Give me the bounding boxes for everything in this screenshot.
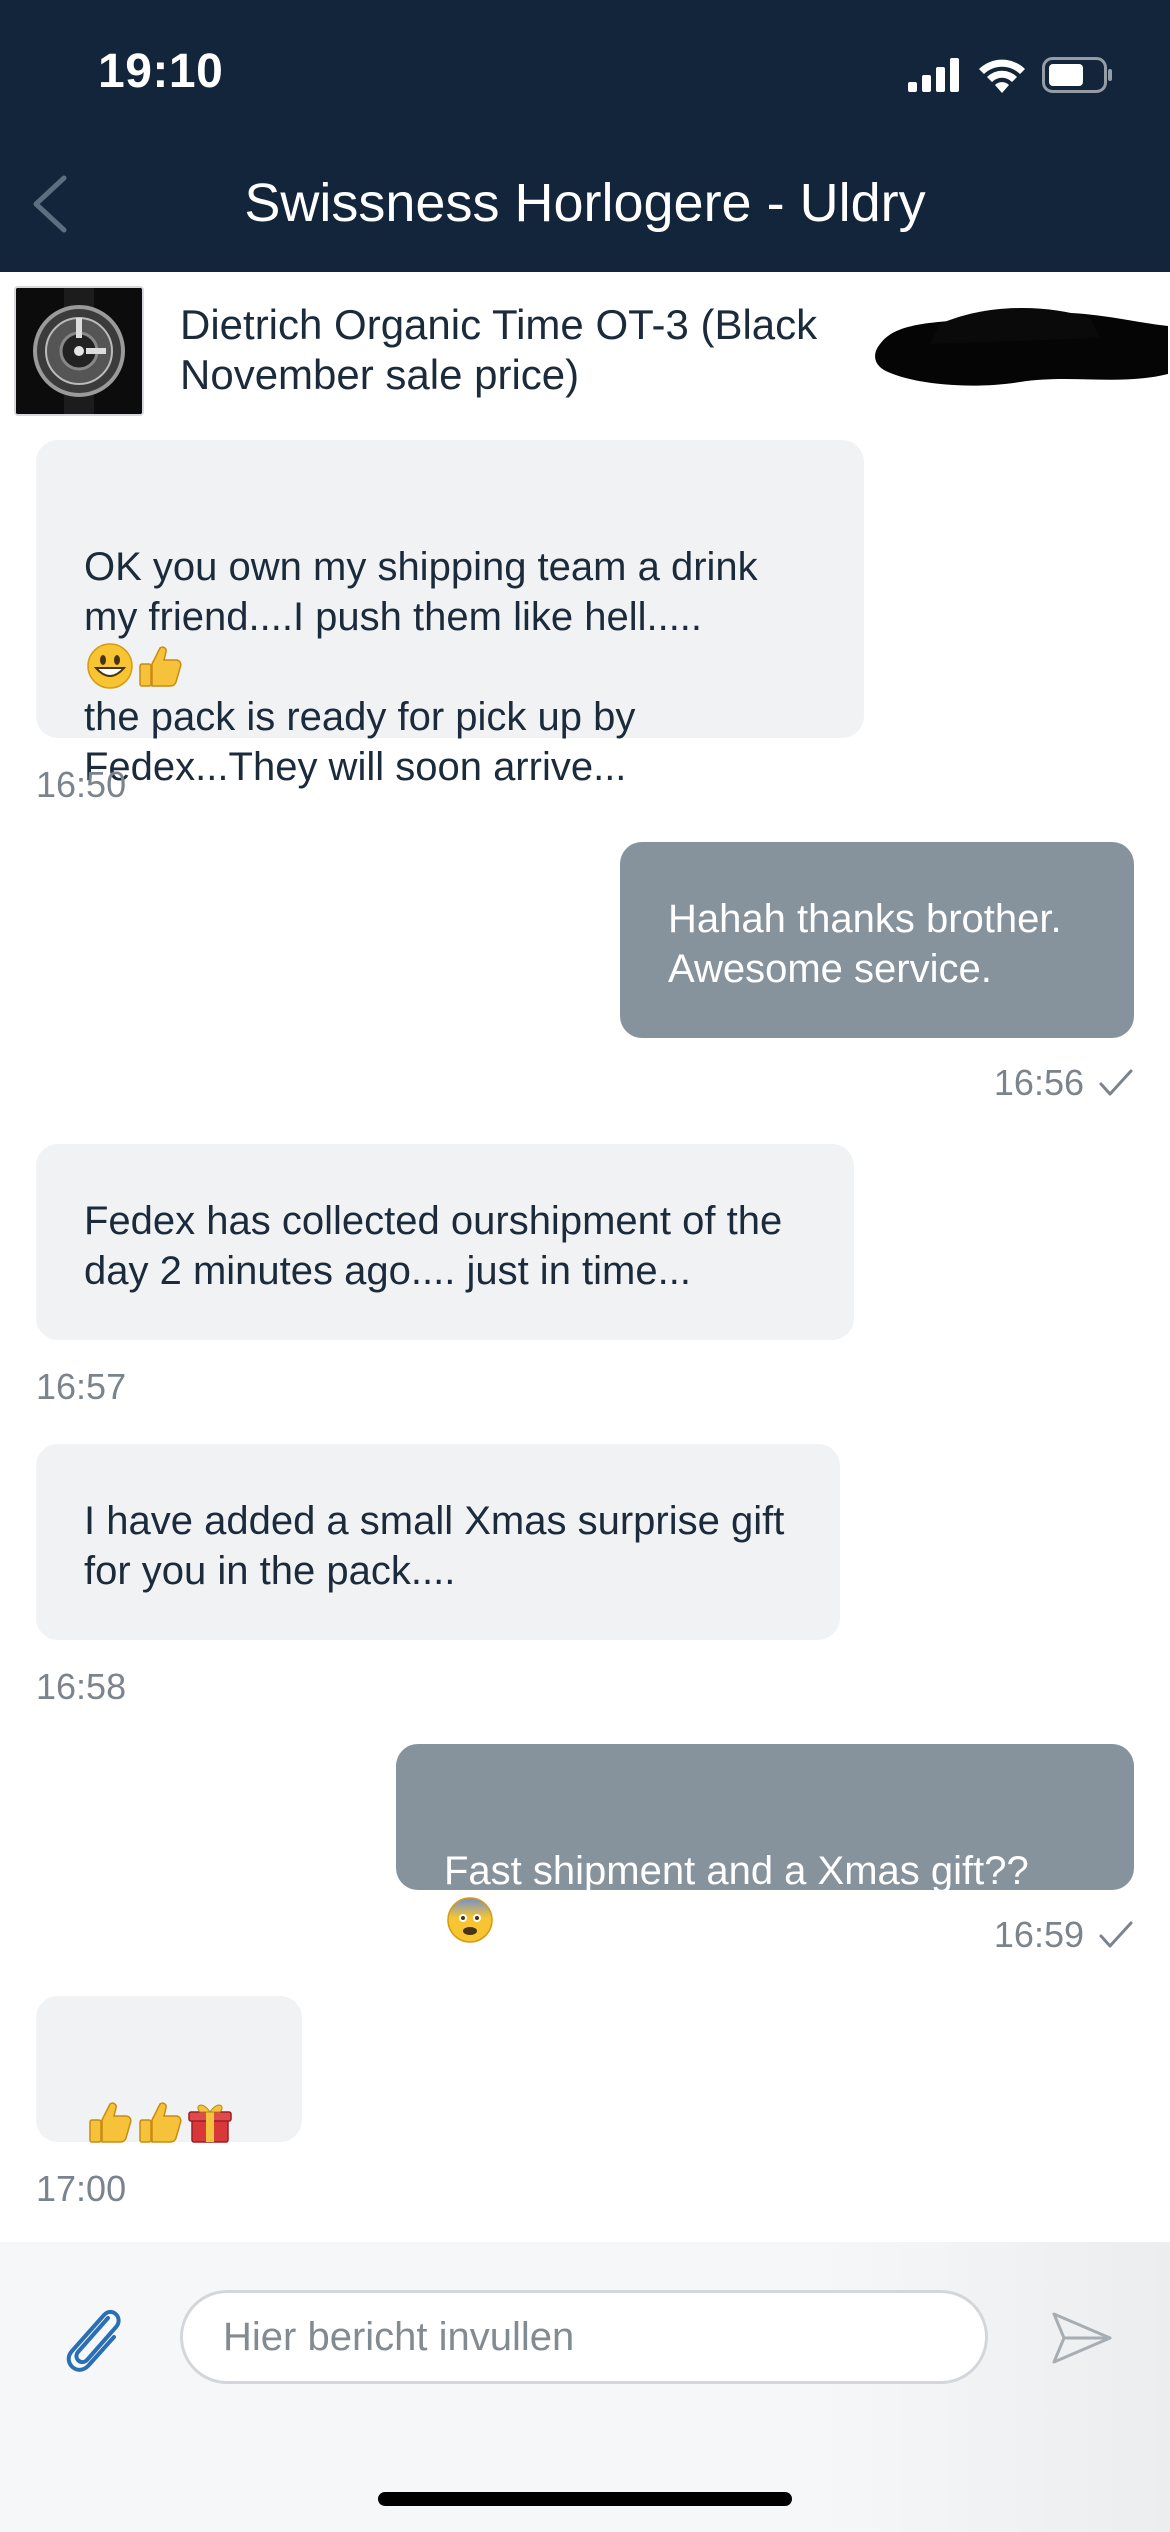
message-bubble-incoming[interactable]: Fedex has collected ourshipment of the d…	[36, 1144, 854, 1340]
message-composer	[0, 2242, 1170, 2532]
navigation-header: 19:10 Swissness Horlogere - Uldry	[0, 0, 1170, 272]
status-icons	[908, 50, 1114, 100]
status-time: 19:10	[98, 45, 224, 98]
message-bubble-incoming[interactable]: I have added a small Xmas surprise gift …	[36, 1444, 840, 1640]
checkmark-icon	[1099, 1069, 1133, 1096]
message-timestamp-row: 16:56	[994, 1062, 1134, 1104]
battery-icon	[1042, 57, 1112, 93]
message-timestamp: 16:56	[993, 1062, 1084, 1103]
message-timestamp-row: 16:59	[994, 1914, 1134, 1956]
watch-thumbnail[interactable]	[14, 286, 144, 416]
message-bubble-outgoing[interactable]: Fast shipment and a Xmas gift??	[396, 1744, 1134, 1943]
message-input[interactable]	[180, 2290, 988, 2384]
message-text: I have added a small Xmas surprise gift …	[84, 1499, 785, 1593]
send-icon	[1052, 2312, 1112, 2364]
chat-screen: 19:10 Swissness Horlogere - Uldry Dietri…	[0, 0, 1170, 2532]
home-indicator	[378, 2492, 792, 2506]
wrapped-gift-emoji	[188, 2104, 232, 2143]
anxious-face-emoji	[447, 1897, 493, 1943]
message-timestamp: 16:58	[36, 1666, 127, 1707]
grinning-face-emoji	[87, 643, 133, 689]
message-text: Hahah thanks brother. Awesome service.	[668, 897, 1062, 991]
message-timestamp: 16:57	[36, 1366, 127, 1407]
message-text: Fedex has collected ourshipment of the d…	[84, 1199, 783, 1293]
message-list[interactable]: OK you own my shipping team a drink my f…	[0, 440, 1170, 2240]
checkmark-icon	[1099, 1921, 1133, 1948]
emoji-message	[84, 2048, 254, 2148]
cellular-signal-icon	[908, 58, 959, 92]
product-title[interactable]: Dietrich Organic Time OT-3 (Black Novemb…	[180, 300, 880, 400]
conversation-title: Swissness Horlogere - Uldry	[244, 173, 926, 233]
message-bubble-outgoing[interactable]: Hahah thanks brother. Awesome service.	[620, 842, 1134, 1038]
thumbs-up-emoji	[89, 2102, 132, 2143]
message-text: Fast shipment and a Xmas gift??	[444, 1849, 1029, 1893]
message-timestamp: 16:50	[36, 764, 127, 805]
wifi-icon	[979, 59, 1025, 93]
attach-button[interactable]	[56, 2300, 126, 2376]
thumbs-up-emoji	[139, 646, 182, 687]
message-bubble-incoming[interactable]: OK you own my shipping team a drink my f…	[36, 440, 864, 789]
message-text-continued: the pack is ready for pick up by Fedex..…	[84, 695, 636, 789]
message-timestamp: 16:59	[993, 1914, 1084, 1955]
back-button[interactable]	[20, 166, 80, 242]
chevron-left-icon	[33, 175, 67, 233]
product-strip[interactable]: Dietrich Organic Time OT-3 (Black Novemb…	[0, 272, 1170, 422]
thumbs-up-emoji	[139, 2102, 182, 2143]
send-button[interactable]	[1050, 2308, 1114, 2368]
redaction-scribble	[875, 307, 1168, 386]
message-bubble-incoming[interactable]	[36, 1996, 302, 2143]
message-text: OK you own my shipping team a drink my f…	[84, 545, 758, 639]
message-timestamp: 17:00	[36, 2168, 127, 2209]
paperclip-icon	[66, 2309, 121, 2372]
